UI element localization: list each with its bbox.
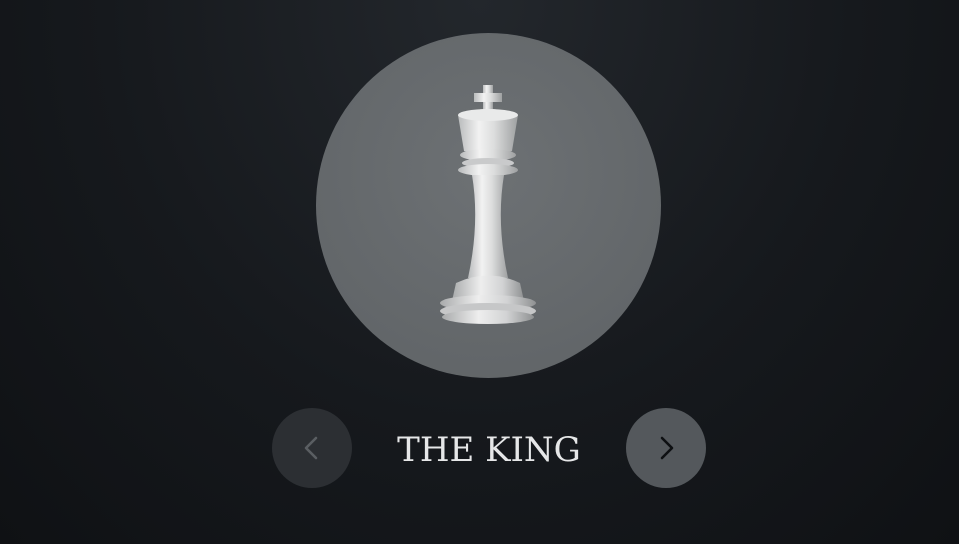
piece-title: THE KING bbox=[397, 430, 581, 470]
chevron-right-icon bbox=[660, 436, 674, 460]
previous-piece-button[interactable] bbox=[272, 408, 352, 488]
piece-display-circle bbox=[316, 33, 661, 378]
chevron-left-icon bbox=[304, 436, 318, 460]
piece-viewer: THE KING bbox=[0, 0, 959, 544]
chess-king-icon bbox=[440, 85, 536, 324]
next-piece-button[interactable] bbox=[626, 408, 706, 488]
